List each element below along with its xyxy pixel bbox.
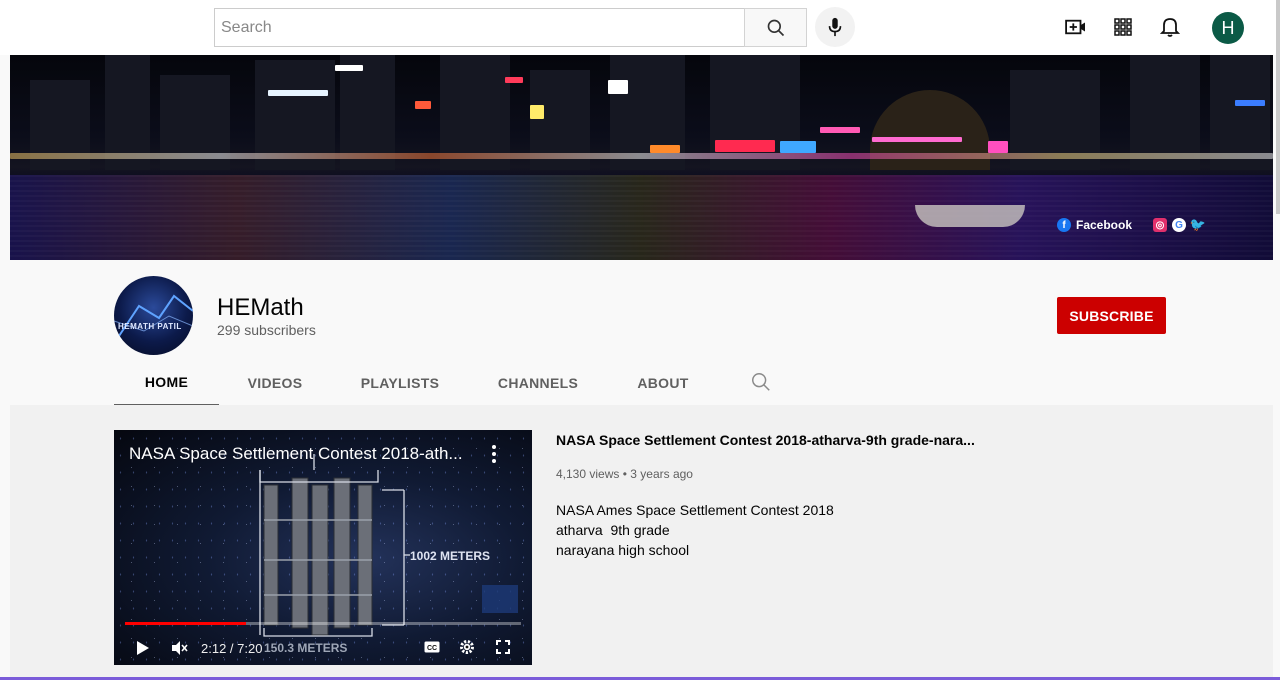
- search-icon: [767, 19, 784, 36]
- create-button[interactable]: [1061, 12, 1091, 42]
- settings-icon[interactable]: [459, 639, 475, 655]
- channel-avatar[interactable]: HEMATH PATIL: [114, 276, 193, 355]
- search-input[interactable]: [215, 9, 745, 46]
- svg-text:CC: CC: [427, 645, 437, 652]
- tab-videos[interactable]: VIDEOS: [219, 360, 331, 406]
- tab-about[interactable]: ABOUT: [607, 360, 719, 406]
- mute-icon[interactable]: [170, 639, 188, 657]
- facebook-icon[interactable]: f: [1057, 218, 1071, 232]
- overlay-label-height: 1002 METERS: [410, 549, 491, 563]
- video-meta: 4,130 views • 3 years ago: [556, 467, 693, 481]
- search-button[interactable]: [744, 8, 807, 47]
- captions-icon[interactable]: CC: [424, 641, 440, 653]
- subscriber-count: 299 subscribers: [217, 322, 316, 338]
- play-icon[interactable]: [136, 640, 150, 656]
- time-display: 2:12 / 7:20: [201, 641, 263, 656]
- channel-tabs: HOME VIDEOS PLAYLISTS CHANNELS ABOUT: [114, 360, 719, 406]
- instagram-icon[interactable]: ◎: [1153, 218, 1168, 232]
- video-frame-settlement-diagram: [259, 454, 518, 637]
- channel-avatar-text: HEMATH PATIL: [118, 322, 182, 331]
- upload-age: 3 years ago: [630, 467, 693, 481]
- more-options-icon[interactable]: [488, 442, 500, 466]
- google-icon[interactable]: G: [1172, 218, 1187, 232]
- apps-icon: [1114, 18, 1132, 36]
- top-bar: H: [0, 0, 1280, 55]
- description-line: narayana high school: [556, 542, 690, 558]
- apps-button[interactable]: [1108, 12, 1138, 42]
- view-count: 4,130 views: [556, 467, 620, 481]
- fullscreen-icon[interactable]: [496, 640, 510, 654]
- scrollbar[interactable]: [1276, 0, 1280, 214]
- banner-social-links: f Facebook ◎ G 🐦: [1057, 217, 1206, 232]
- channel-search-icon[interactable]: [750, 371, 772, 393]
- video-title-link[interactable]: NASA Space Settlement Contest 2018-athar…: [556, 432, 975, 448]
- overlay-label-width: 150.3 METERS: [264, 641, 348, 655]
- description-line: NASA Ames Space Settlement Contest 2018: [556, 502, 834, 518]
- subscribe-button[interactable]: SUBSCRIBE: [1057, 297, 1166, 334]
- channel-name: HEMath: [217, 294, 304, 321]
- twitter-icon[interactable]: 🐦: [1190, 217, 1206, 232]
- tab-playlists[interactable]: PLAYLISTS: [331, 360, 469, 406]
- tab-channels[interactable]: CHANNELS: [469, 360, 607, 406]
- progress-bar-played: [125, 622, 246, 625]
- video-player[interactable]: 1002 METERS NASA Space Settlement Contes…: [114, 430, 532, 665]
- tab-home[interactable]: HOME: [114, 360, 219, 406]
- progress-bar[interactable]: [125, 622, 521, 625]
- notifications-icon: [1160, 18, 1180, 37]
- account-avatar[interactable]: H: [1212, 12, 1244, 44]
- mic-icon: [828, 17, 842, 37]
- create-video-icon: [1065, 19, 1085, 35]
- player-title[interactable]: NASA Space Settlement Contest 2018-ath..…: [129, 444, 463, 464]
- video-description: NASA Ames Space Settlement Contest 2018 …: [556, 500, 834, 560]
- search-box[interactable]: [214, 8, 745, 47]
- description-line: atharva 9th grade: [556, 522, 670, 538]
- voice-search-button[interactable]: [815, 7, 855, 47]
- facebook-link[interactable]: Facebook: [1076, 218, 1132, 232]
- notifications-button[interactable]: [1155, 12, 1185, 42]
